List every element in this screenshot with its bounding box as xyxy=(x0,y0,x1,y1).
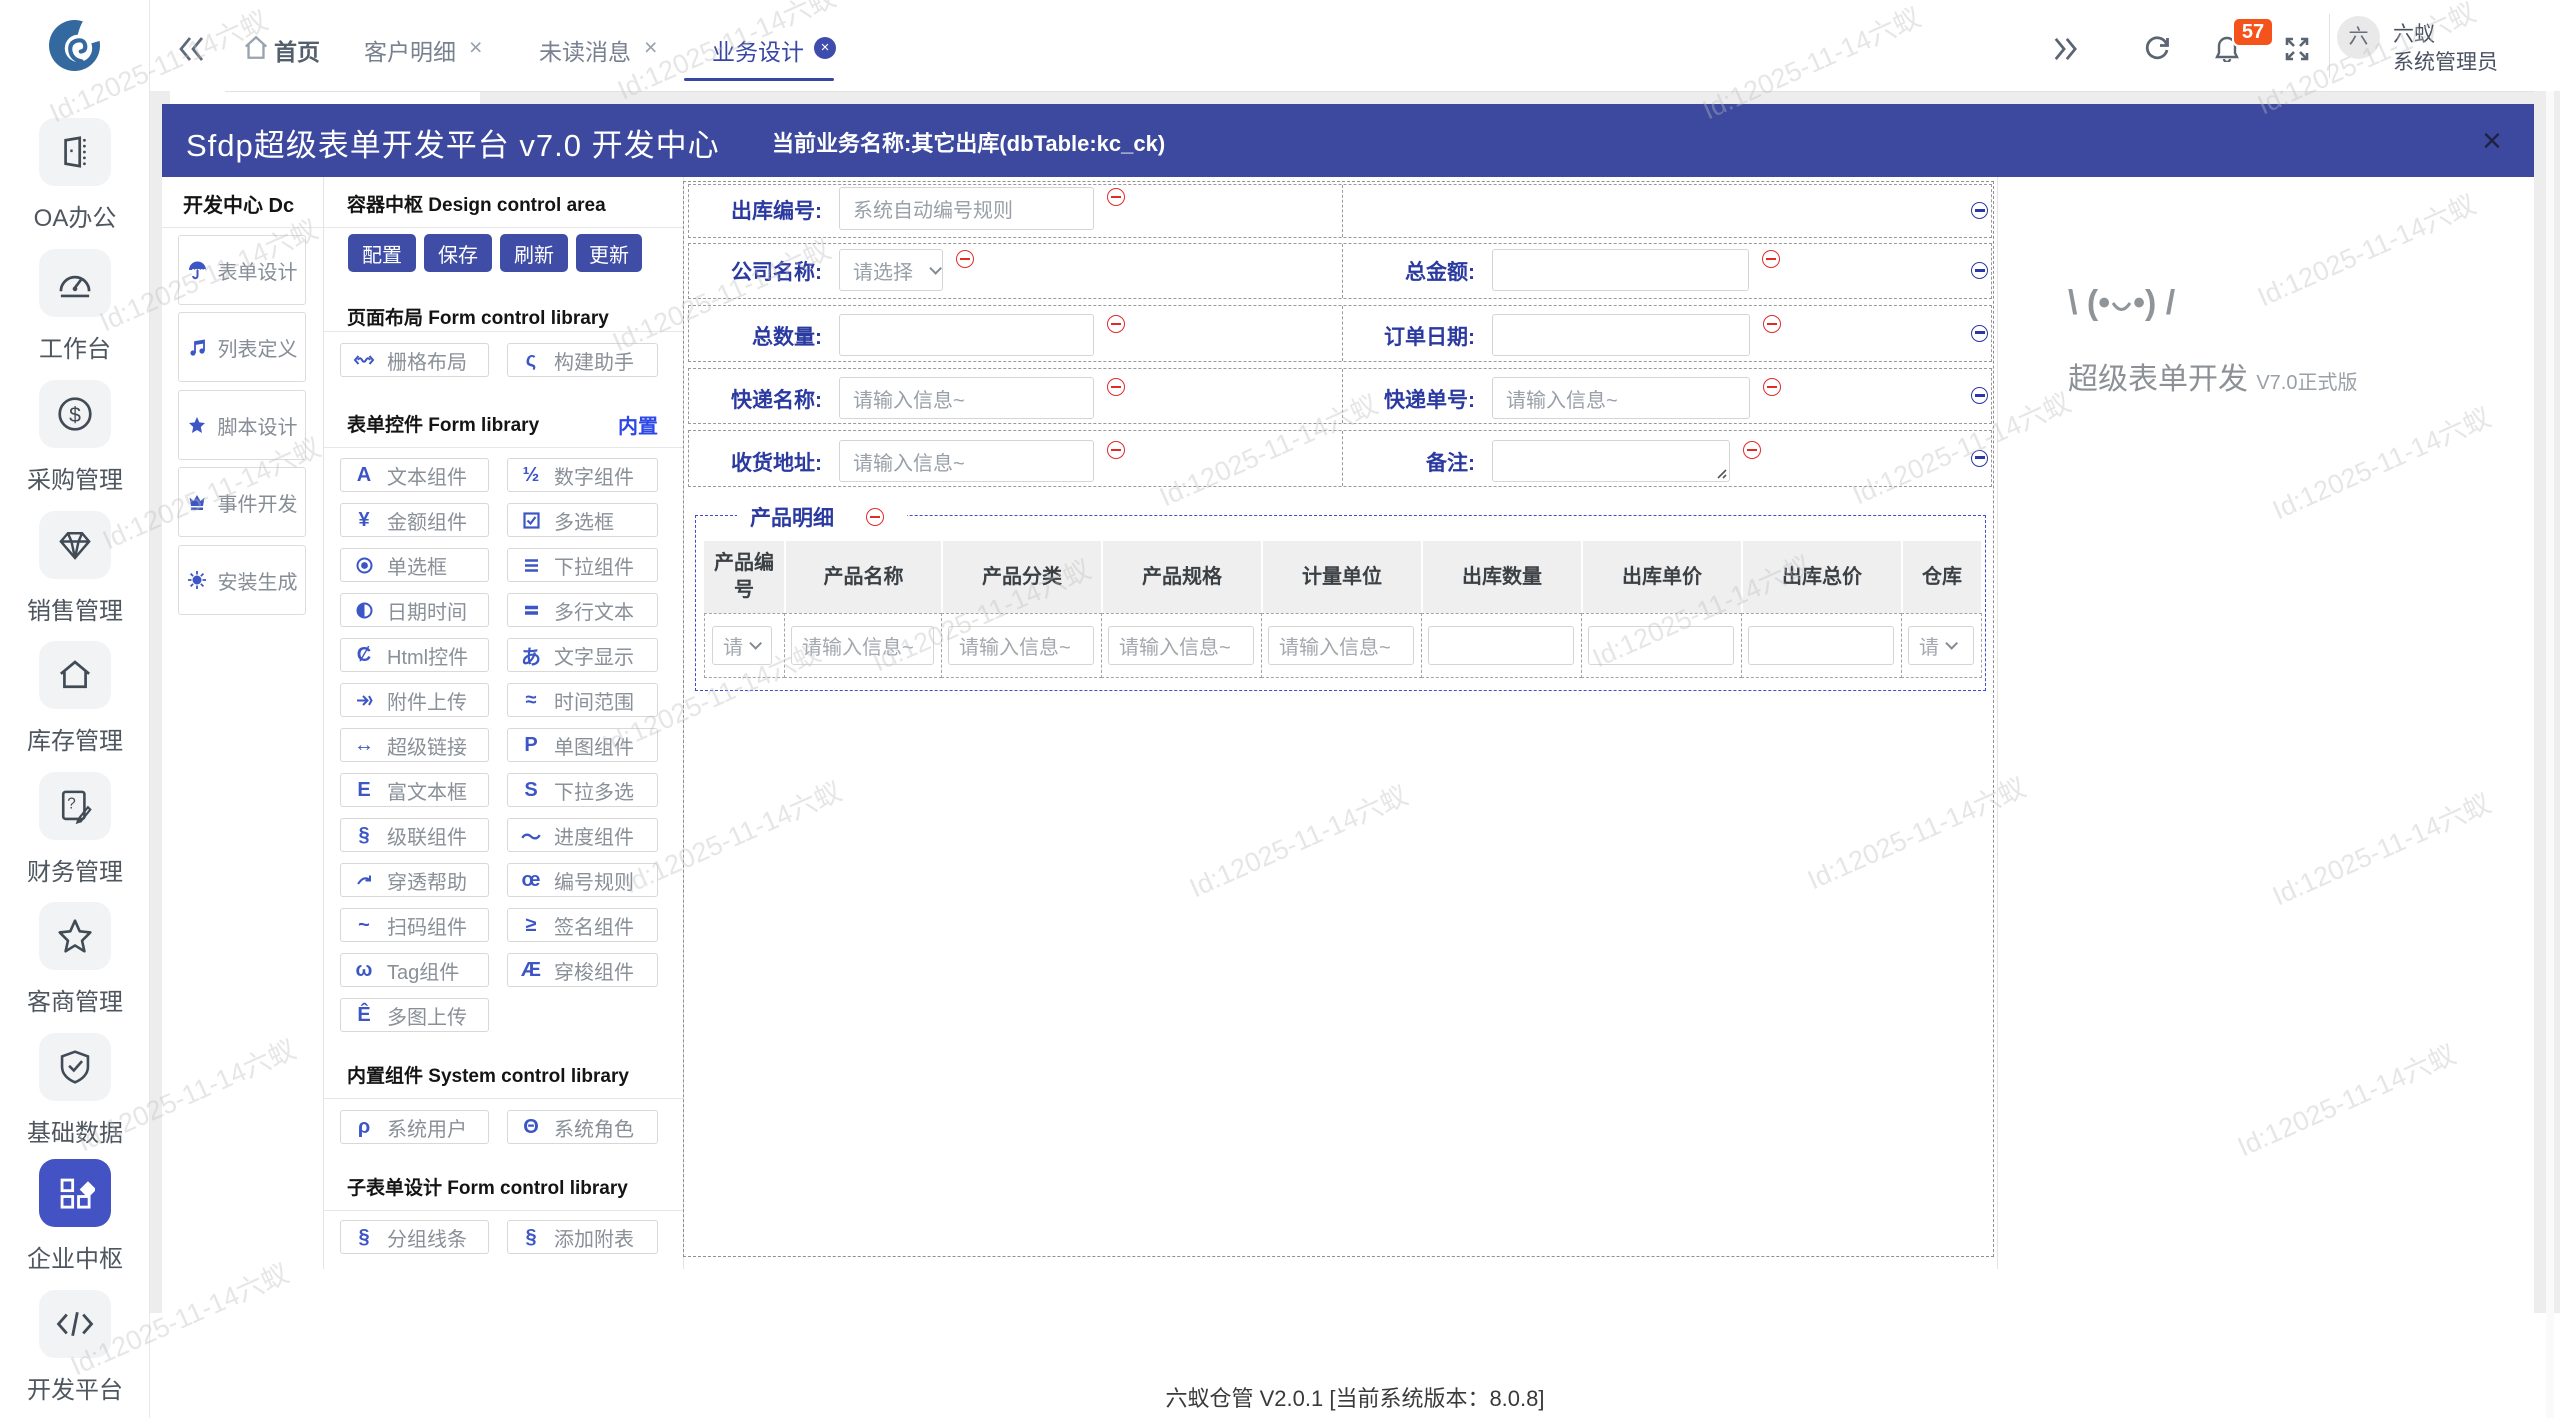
svg-text:$: $ xyxy=(69,404,81,427)
svg-text:?: ? xyxy=(67,795,76,812)
